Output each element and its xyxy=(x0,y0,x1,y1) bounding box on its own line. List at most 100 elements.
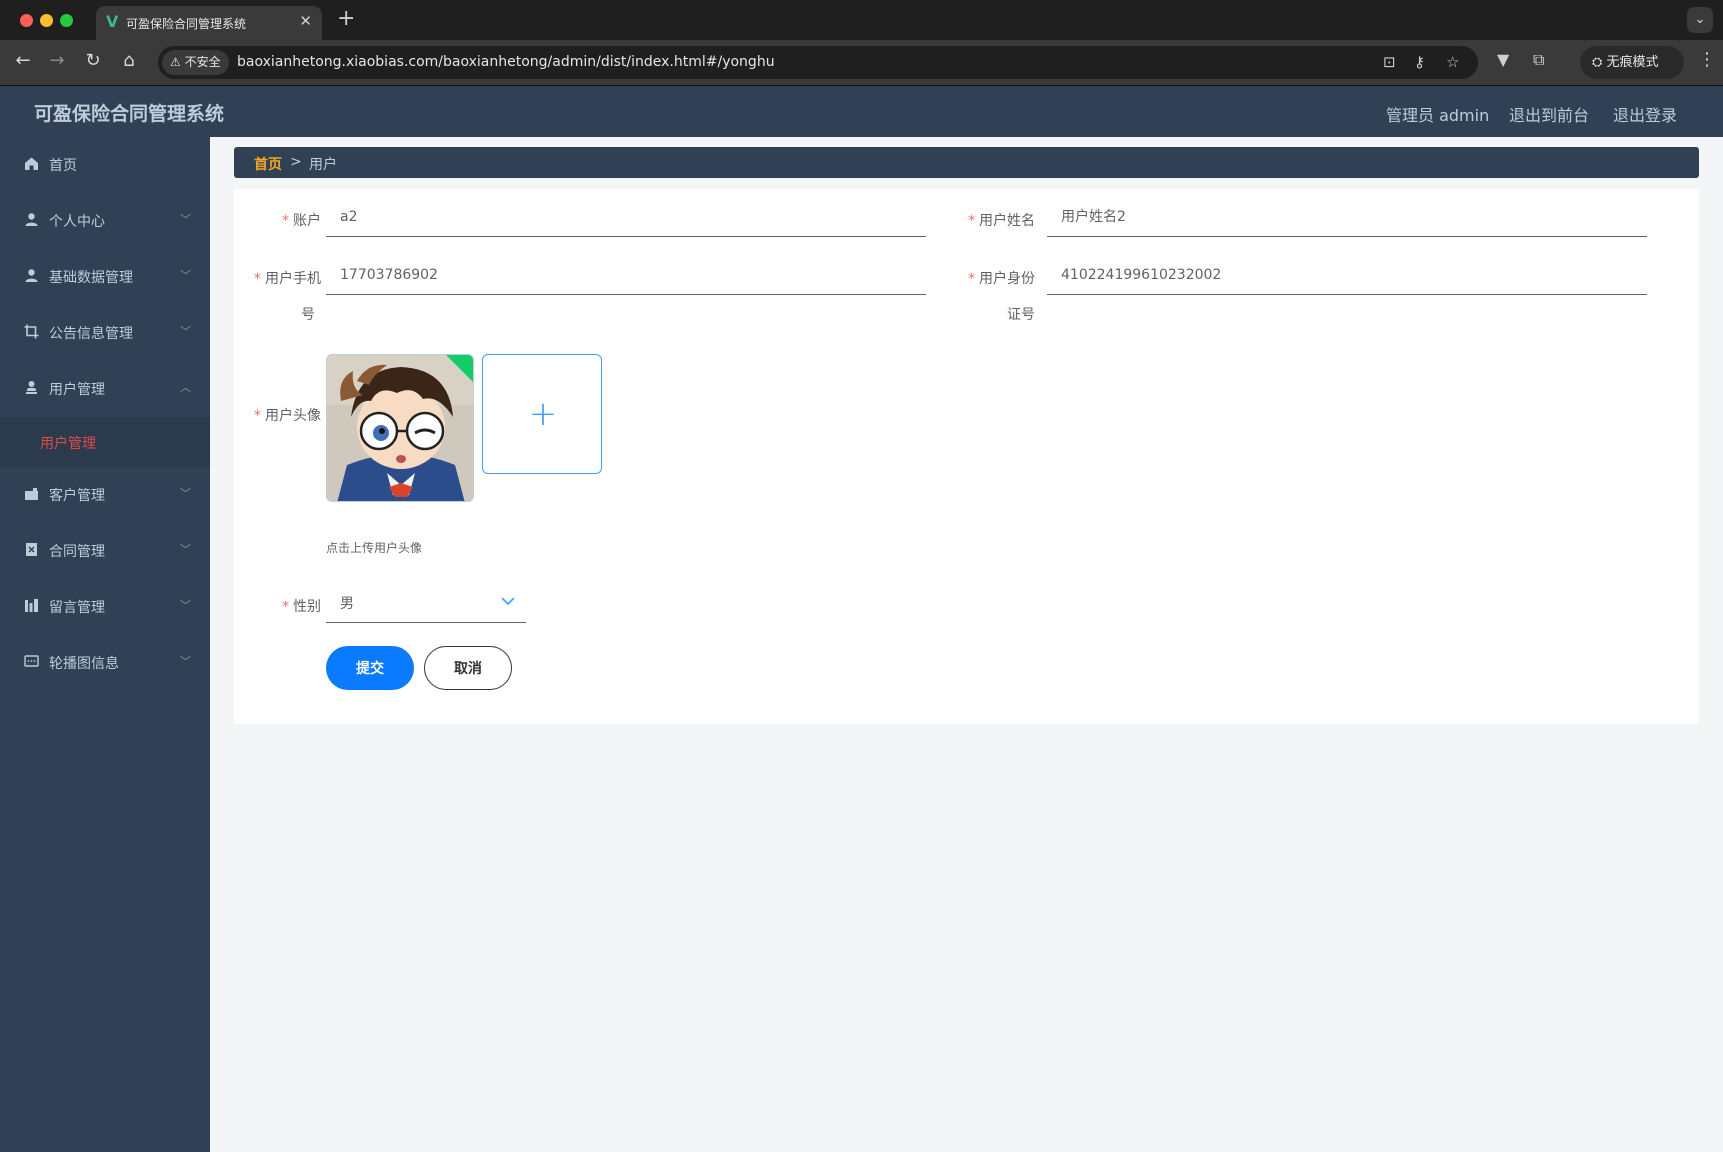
avatar-label: * 用户头像 xyxy=(254,408,321,424)
vue-devtools-icon[interactable]: ▼ xyxy=(1497,50,1509,69)
security-chip[interactable]: ⚠ 不安全 xyxy=(162,50,229,75)
sidebar-item-user-management[interactable]: 用户管理 ︿ xyxy=(0,361,210,417)
gender-select[interactable]: 男 xyxy=(326,583,526,623)
cancel-button[interactable]: 取消 xyxy=(424,646,512,690)
sidebar-item-label: 合同管理 xyxy=(49,544,105,560)
sidebar-item-carousel[interactable]: 轮播图信息 ﹀ xyxy=(0,635,210,691)
required-mark: * xyxy=(968,271,975,287)
briefcase-icon xyxy=(24,486,39,501)
incognito-label: 无痕模式 xyxy=(1606,55,1659,70)
breadcrumb: 首页 > 用户 xyxy=(234,147,1699,178)
exit-to-front-link[interactable]: 退出到前台 xyxy=(1509,102,1589,126)
bookmark-star-icon[interactable]: ☆ xyxy=(1446,53,1459,71)
upload-tip: 点击上传用户头像 xyxy=(326,541,423,555)
key-icon[interactable]: ⚷ xyxy=(1414,53,1425,71)
account-label: * 账户 xyxy=(282,213,321,229)
chevron-down-icon: ﹀ xyxy=(180,487,191,500)
crop-icon xyxy=(24,324,39,339)
app-header: 可盈保险合同管理系统 管理员 admin 退出到前台 退出登录 xyxy=(0,86,1723,137)
chevron-down-icon: ﹀ xyxy=(180,599,191,612)
breadcrumb-current: 用户 xyxy=(309,157,337,173)
logout-link[interactable]: 退出登录 xyxy=(1613,102,1677,126)
home-icon[interactable]: ⌂ xyxy=(118,50,140,71)
user-icon xyxy=(24,380,39,395)
reload-icon[interactable]: ↻ xyxy=(82,50,104,71)
required-mark: * xyxy=(282,213,289,229)
forward-arrow-icon[interactable]: → xyxy=(46,50,68,71)
sidebar-item-personal-center[interactable]: 个人中心 ﹀ xyxy=(0,193,210,249)
required-mark: * xyxy=(254,408,261,424)
sidebar-subitem-user-management[interactable]: 用户管理 xyxy=(0,417,210,467)
address-bar[interactable]: ⚠ 不安全 baoxianhetong.xiaobias.com/baoxian… xyxy=(158,46,1478,79)
sidebar-item-announcement[interactable]: 公告信息管理 ﹀ xyxy=(0,305,210,361)
browser-tab-bar: V 可盈保险合同管理系统 ✕ + ⌄ xyxy=(0,0,1723,40)
name-input[interactable] xyxy=(1047,197,1647,237)
translate-icon[interactable]: ⊡ xyxy=(1383,53,1396,71)
browser-menu-icon[interactable]: ⋮ xyxy=(1698,49,1716,70)
sidebar: 首页 个人中心 ﹀ 基础数据管理 ﹀ 公告信息管理 ﹀ 用户管理 ︿ 用户管理 xyxy=(0,137,210,1152)
sidebar-item-label: 公告信息管理 xyxy=(49,326,133,342)
chevron-down-icon: ﹀ xyxy=(180,213,191,226)
avatar-image xyxy=(327,355,473,501)
sidebar-item-label: 留言管理 xyxy=(49,600,105,616)
chevron-down-icon: ﹀ xyxy=(180,543,191,556)
phone-label-cont: 号 xyxy=(301,307,315,323)
avatar-thumbnail[interactable]: ✓ xyxy=(326,354,474,502)
chevron-down-icon: ﹀ xyxy=(180,269,191,282)
gender-value: 男 xyxy=(340,596,354,612)
app-title: 可盈保险合同管理系统 xyxy=(34,103,225,125)
required-mark: * xyxy=(254,271,261,287)
sidebar-item-label: 用户管理 xyxy=(49,382,105,398)
vue-logo-icon: V xyxy=(106,12,119,31)
breadcrumb-separator: > xyxy=(290,154,302,170)
new-tab-button[interactable]: + xyxy=(337,6,355,31)
minimize-window-button[interactable] xyxy=(40,14,53,27)
user-icon xyxy=(24,268,39,283)
required-mark: * xyxy=(282,599,289,615)
gender-label: * 性别 xyxy=(282,599,321,615)
url-text[interactable]: baoxianhetong.xiaobias.com/baoxianhetong… xyxy=(237,54,775,70)
chevron-down-icon: ﹀ xyxy=(180,655,191,668)
close-window-button[interactable] xyxy=(20,14,33,27)
plus-icon: + xyxy=(528,394,558,434)
id-number-label-cont: 证号 xyxy=(1007,307,1035,323)
sidebar-item-message[interactable]: 留言管理 ﹀ xyxy=(0,579,210,635)
id-number-label: * 用户身份 xyxy=(968,271,1035,287)
security-label: 不安全 xyxy=(184,55,221,69)
chevron-down-icon: ﹀ xyxy=(180,325,191,338)
chart-icon xyxy=(24,598,39,613)
browser-toolbar: ← → ↻ ⌂ ⚠ 不安全 baoxianhetong.xiaobias.com… xyxy=(0,40,1723,86)
phone-label: * 用户手机 xyxy=(254,271,321,287)
sidebar-item-label: 轮播图信息 xyxy=(49,656,119,672)
sidebar-item-label: 基础数据管理 xyxy=(49,270,133,286)
user-form: *账户 *用户姓名 *用户手机 号 *用户身份 证号 *用户头像 xyxy=(234,189,1699,724)
back-arrow-icon[interactable]: ← xyxy=(12,50,34,71)
tab-close-icon[interactable]: ✕ xyxy=(299,12,312,30)
id-number-input[interactable] xyxy=(1047,255,1647,295)
phone-input[interactable] xyxy=(326,255,926,295)
incognito-icon: ⛭ xyxy=(1592,55,1603,70)
sidebar-item-basic-data[interactable]: 基础数据管理 ﹀ xyxy=(0,249,210,305)
admin-user-label: 管理员 admin xyxy=(1386,106,1490,125)
maximize-window-button[interactable] xyxy=(60,14,73,27)
tab-title: 可盈保险合同管理系统 xyxy=(126,17,247,31)
extensions-icon[interactable]: ⧉ xyxy=(1533,50,1544,70)
chevron-up-icon: ︿ xyxy=(180,381,191,394)
message-icon xyxy=(24,654,39,669)
name-label: * 用户姓名 xyxy=(968,213,1035,229)
incognito-chip[interactable]: ⛭ 无痕模式 xyxy=(1580,46,1684,79)
breadcrumb-home-link[interactable]: 首页 xyxy=(254,154,282,174)
document-icon xyxy=(24,542,39,557)
sidebar-item-label: 客户管理 xyxy=(49,488,105,504)
tab-search-chevron-icon[interactable]: ⌄ xyxy=(1687,7,1713,33)
sidebar-item-customer[interactable]: 客户管理 ﹀ xyxy=(0,467,210,523)
chevron-down-icon xyxy=(501,597,515,606)
sidebar-item-contract[interactable]: 合同管理 ﹀ xyxy=(0,523,210,579)
submit-button[interactable]: 提交 xyxy=(326,646,414,690)
avatar-upload-button[interactable]: + xyxy=(482,354,602,474)
sidebar-item-home[interactable]: 首页 xyxy=(0,137,210,193)
browser-tab[interactable]: V 可盈保险合同管理系统 ✕ xyxy=(96,6,322,40)
user-icon xyxy=(24,212,39,227)
account-input[interactable] xyxy=(326,197,926,237)
sidebar-subitem-label: 用户管理 xyxy=(40,436,96,452)
